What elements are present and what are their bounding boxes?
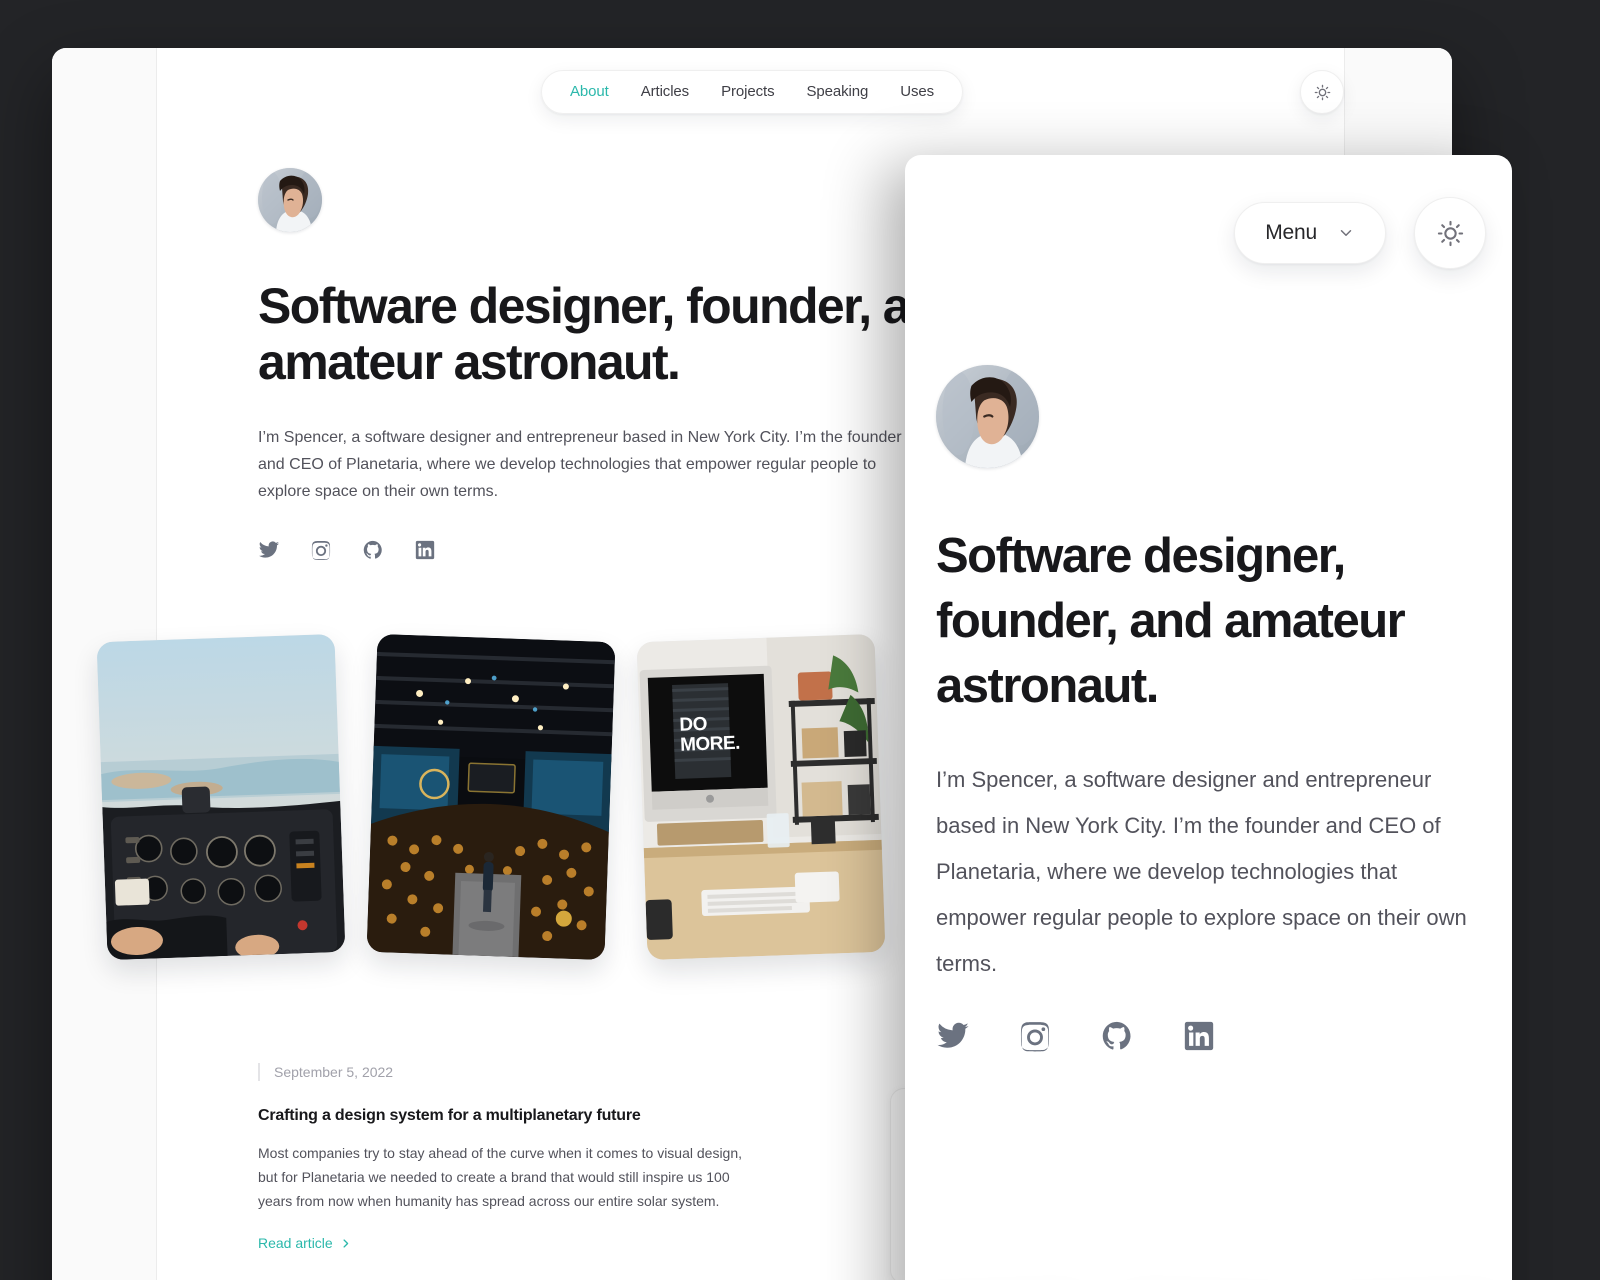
instagram-icon [1020,1022,1050,1052]
avatar-portrait-image [936,365,1039,468]
mobile-menu-label: Menu [1265,221,1317,244]
article-excerpt: Most companies try to stay ahead of the … [258,1145,743,1209]
article-title[interactable]: Crafting a design system for a multiplan… [258,1107,748,1125]
twitter-icon [937,1022,969,1048]
gallery-photo-desk[interactable]: DO MORE. [636,633,886,961]
read-article-link[interactable]: Read article [258,1235,748,1251]
nav-item-projects[interactable]: Projects [705,71,790,113]
nav-item-about[interactable]: About [554,71,625,113]
mobile-preview-panel: Menu Software designer, founder, and ama… [905,155,1512,1280]
social-link-twitter[interactable] [258,539,280,561]
mobile-menu-button[interactable]: Menu [1234,202,1386,264]
desk-photo: DO MORE. [636,633,886,961]
svg-text:DO: DO [679,714,707,736]
bio-paragraph: I’m Spencer, a software designer and ent… [258,429,902,500]
desktop-header: About Articles Projects Speaking Uses [52,70,1452,126]
mobile-bio-paragraph: I’m Spencer, a software designer and ent… [936,767,1467,976]
mobile-theme-toggle-button[interactable] [1414,197,1486,269]
github-icon [363,540,382,559]
screenshot-stage: About Articles Projects Speaking Uses So… [0,0,1600,1280]
mobile-avatar[interactable] [936,365,1039,468]
primary-nav: About Articles Projects Speaking Uses [541,70,963,114]
social-link-instagram[interactable] [310,539,332,561]
mobile-hero: Software designer, founder, and amateur … [936,365,1486,1053]
conference-photo [366,633,616,961]
mobile-page-title: Software designer, founder, and amateur … [936,529,1406,713]
instagram-icon [311,541,331,560]
chevron-down-icon [1340,230,1352,236]
github-icon [1102,1021,1131,1050]
cockpit-photo [96,633,346,961]
mobile-header: Menu [1234,197,1486,269]
nav-item-uses[interactable]: Uses [884,71,950,113]
svg-text:MORE.: MORE. [680,733,740,756]
page-title: Software designer, founder, and amateur … [258,278,968,390]
sun-icon [1314,84,1330,100]
avatar-portrait-image [258,168,322,232]
gallery-photo-conference[interactable] [366,633,616,961]
theme-toggle-button[interactable] [1300,70,1344,114]
sun-icon [1437,220,1463,246]
chevron-right-icon [343,1238,348,1248]
social-link-linkedin[interactable] [1182,1019,1216,1053]
read-article-label: Read article [258,1235,333,1251]
nav-item-articles[interactable]: Articles [625,71,705,113]
article-date: September 5, 2022 [258,1063,748,1081]
nav-item-speaking[interactable]: Speaking [790,71,884,113]
social-link-instagram[interactable] [1018,1019,1052,1053]
twitter-icon [258,541,280,558]
linkedin-icon [415,540,435,560]
social-link-github[interactable] [1100,1019,1134,1053]
photo-gallery: DO MORE. [96,633,886,961]
social-link-linkedin[interactable] [414,539,436,561]
social-link-github[interactable] [362,539,384,561]
avatar[interactable] [258,168,322,232]
mobile-social-links [936,1019,1486,1053]
gallery-photo-cockpit[interactable] [96,633,346,961]
linkedin-icon [1184,1021,1214,1051]
article-preview: September 5, 2022 Crafting a design syst… [258,1063,748,1251]
social-link-twitter[interactable] [936,1019,970,1053]
